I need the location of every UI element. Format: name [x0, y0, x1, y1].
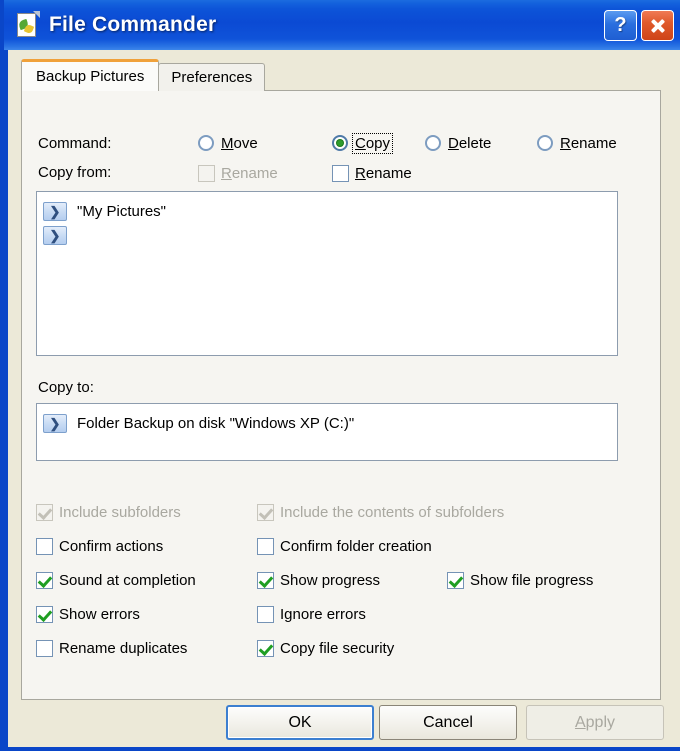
- apply-button-label: Apply: [574, 713, 616, 731]
- tab-preferences-label: Preferences: [171, 69, 253, 86]
- checkbox-confirm-actions[interactable]: Confirm actions: [36, 536, 163, 556]
- checkbox-ignore-errors-indicator: [257, 605, 274, 623]
- checkbox-rename-disabled-label: Rename: [221, 164, 278, 182]
- checkbox-rename-duplicates-indicator: [36, 639, 53, 657]
- checkbox-confirm-actions-label: Confirm actions: [59, 537, 164, 555]
- radio-copy[interactable]: Copy: [332, 132, 394, 154]
- checkbox-confirm-folder-creation-indicator: [257, 537, 274, 555]
- checkbox-confirm-folder-creation-label: Confirm folder creation: [280, 537, 432, 555]
- checkbox-include-subfolders-label: Include subfolders: [59, 503, 181, 521]
- checkbox-rename-enabled[interactable]: Rename: [332, 163, 412, 183]
- dialog-button-bar: OK Cancel Apply: [8, 705, 680, 747]
- radio-copy-indicator: [332, 135, 348, 151]
- chevron-right-icon[interactable]: ❯: [43, 413, 67, 433]
- list-item-label: "My Pictures": [77, 202, 166, 220]
- radio-move[interactable]: Move: [198, 133, 260, 153]
- checkbox-sound-at-completion-indicator: [36, 571, 53, 589]
- chevron-right-icon[interactable]: ❯: [43, 201, 67, 221]
- radio-delete-label: Delete: [448, 134, 492, 152]
- checkbox-include-subfolders-indicator: [36, 503, 53, 521]
- tab-backup-pictures-label: Backup Pictures: [36, 68, 145, 85]
- apply-button: Apply: [526, 705, 664, 740]
- tab-preferences[interactable]: Preferences: [158, 63, 266, 91]
- tab-strip: Backup Pictures Preferences: [21, 59, 266, 91]
- help-button[interactable]: ?: [604, 9, 637, 41]
- checkbox-rename-duplicates[interactable]: Rename duplicates: [36, 638, 187, 658]
- checkbox-show-errors-indicator: [36, 605, 53, 623]
- tab-panel-backup-pictures: Command: Move Copy Delete Rename Copy fr…: [21, 90, 661, 700]
- cancel-button[interactable]: Cancel: [379, 705, 517, 740]
- radio-delete-indicator: [425, 135, 441, 151]
- copy-from-label: Copy from:: [38, 164, 112, 181]
- checkbox-include-contents-of-subfolders-label: Include the contents of subfolders: [280, 503, 505, 521]
- checkbox-show-file-progress-label: Show file progress: [470, 571, 594, 589]
- list-item[interactable]: ❯: [37, 223, 617, 247]
- title-bar[interactable]: File Commander ?: [4, 0, 680, 50]
- command-label: Command:: [38, 135, 112, 152]
- checkbox-show-errors[interactable]: Show errors: [36, 604, 140, 624]
- checkbox-ignore-errors[interactable]: Ignore errors: [257, 604, 366, 624]
- window-title: File Commander: [49, 13, 217, 36]
- checkbox-include-contents-of-subfolders: Include the contents of subfolders: [257, 502, 504, 522]
- radio-rename[interactable]: Rename: [537, 133, 619, 153]
- radio-move-label: Move: [221, 134, 258, 152]
- checkbox-show-progress-label: Show progress: [280, 571, 381, 589]
- close-button[interactable]: [641, 9, 674, 41]
- copy-from-listbox[interactable]: ❯ "My Pictures" ❯: [36, 191, 618, 356]
- copy-to-listbox[interactable]: ❯ Folder Backup on disk "Windows XP (C:)…: [36, 403, 618, 461]
- app-icon: [14, 11, 40, 39]
- window-controls: ?: [604, 9, 674, 41]
- checkbox-rename-disabled-indicator: [198, 164, 215, 182]
- ok-button-label: OK: [288, 713, 312, 731]
- checkbox-copy-file-security[interactable]: Copy file security: [257, 638, 394, 658]
- copy-to-label: Copy to:: [38, 379, 94, 396]
- checkbox-include-contents-of-subfolders-indicator: [257, 503, 274, 521]
- checkbox-show-errors-label: Show errors: [59, 605, 140, 623]
- checkbox-confirm-folder-creation[interactable]: Confirm folder creation: [257, 536, 432, 556]
- radio-move-indicator: [198, 135, 214, 151]
- checkbox-rename-enabled-label: Rename: [355, 164, 412, 182]
- checkbox-sound-at-completion[interactable]: Sound at completion: [36, 570, 196, 590]
- checkbox-rename-enabled-indicator: [332, 164, 349, 182]
- checkbox-copy-file-security-label: Copy file security: [280, 639, 395, 657]
- checkbox-show-file-progress-indicator: [447, 571, 464, 589]
- checkbox-copy-file-security-indicator: [257, 639, 274, 657]
- radio-delete[interactable]: Delete: [425, 133, 493, 153]
- checkbox-include-subfolders: Include subfolders: [36, 502, 181, 522]
- cancel-button-label: Cancel: [423, 713, 473, 731]
- list-item-label: Folder Backup on disk "Windows XP (C:)": [77, 414, 355, 432]
- application-window: File Commander ? Backup Pictures Prefere…: [0, 0, 680, 751]
- ok-button[interactable]: OK: [226, 705, 374, 740]
- checkbox-ignore-errors-label: Ignore errors: [280, 605, 366, 623]
- checkbox-confirm-actions-indicator: [36, 537, 53, 555]
- checkbox-show-file-progress[interactable]: Show file progress: [447, 570, 593, 590]
- radio-rename-label: Rename: [560, 134, 617, 152]
- chevron-right-icon[interactable]: ❯: [43, 225, 67, 245]
- radio-rename-indicator: [537, 135, 553, 151]
- checkbox-show-progress-indicator: [257, 571, 274, 589]
- tab-backup-pictures[interactable]: Backup Pictures: [21, 59, 160, 91]
- list-item[interactable]: ❯ Folder Backup on disk "Windows XP (C:)…: [37, 411, 617, 435]
- checkbox-sound-at-completion-label: Sound at completion: [59, 571, 196, 589]
- question-mark-icon: ?: [614, 13, 627, 36]
- checkbox-rename-duplicates-label: Rename duplicates: [59, 639, 188, 657]
- checkbox-rename-disabled: Rename: [198, 163, 278, 183]
- list-item[interactable]: ❯ "My Pictures": [37, 199, 617, 223]
- radio-copy-label: Copy: [351, 132, 394, 154]
- close-icon: [649, 17, 666, 34]
- dialog-body: Backup Pictures Preferences Command: Mov…: [8, 50, 680, 747]
- checkbox-show-progress[interactable]: Show progress: [257, 570, 380, 590]
